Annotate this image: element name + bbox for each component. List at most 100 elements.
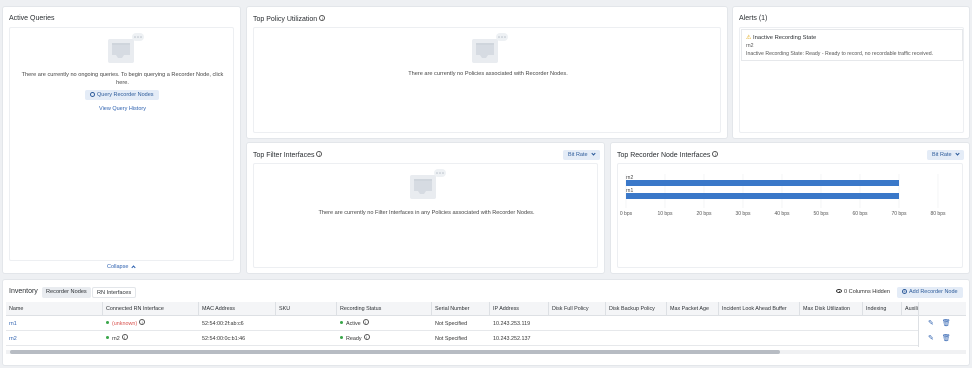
row-serial: Not Specified	[435, 321, 468, 327]
top-filter-empty-text: There are currently no Filter Interfaces…	[318, 210, 535, 216]
col-disk-full-policy[interactable]: Disk Full Policy	[549, 302, 606, 316]
col-max-packet-age[interactable]: Max Packet Age	[667, 302, 719, 316]
col-indexing[interactable]: Indexing	[863, 302, 902, 316]
active-queries-panel: Active Queries There are currently no on…	[3, 7, 240, 273]
active-queries-empty-text: There are currently no ongoing queries. …	[21, 72, 224, 86]
search-icon	[90, 91, 95, 97]
info-icon[interactable]: i	[139, 319, 146, 325]
top-policy-title: Top Policy Utilization i	[253, 15, 326, 23]
alert-card[interactable]: ⚠ Inactive Recording State rn2 Inactive …	[741, 29, 963, 61]
columns-hidden-label: 0 Columns Hidden	[844, 289, 891, 295]
table-header: Name Connected RN Interface MAC Address …	[6, 302, 966, 316]
empty-inbox-icon	[410, 169, 446, 199]
tab-rn-interfaces[interactable]: RN Interfaces	[92, 287, 137, 298]
info-icon[interactable]: i	[362, 319, 369, 325]
empty-inbox-icon	[108, 33, 144, 63]
status-dot	[340, 321, 343, 324]
rn-interfaces-chart: 0 bps 10 bps 20 bps 30 bps 40 bps 50 bps 60 bp…	[620, 174, 946, 217]
scrollbar-thumb[interactable]	[10, 350, 780, 354]
top-rn-interfaces-title: Top Recorder Node Interfaces i	[617, 151, 719, 159]
table-row[interactable]: rn1 (unknown) i 52:54:00:2f:ab:c6 Active i…	[6, 317, 966, 331]
top-policy-body: There are currently no Policies associat…	[253, 27, 721, 133]
row-status: Active i	[337, 317, 369, 331]
col-sku[interactable]: SKU	[276, 302, 337, 316]
row-name-link[interactable]: rn2	[6, 332, 17, 346]
col-max-disk-utilization[interactable]: Max Disk Utilization	[800, 302, 863, 316]
warning-icon: ⚠	[746, 35, 752, 41]
info-icon[interactable]: i	[319, 15, 326, 21]
active-queries-body: There are currently no ongoing queries. …	[9, 27, 234, 261]
alert-detail: Inactive Recording State: Ready - Ready …	[746, 51, 934, 57]
alert-title-row: ⚠ Inactive Recording State	[746, 34, 816, 41]
col-incident-look-ahead-buffer[interactable]: Incident Look Ahead Buffer	[719, 302, 800, 316]
top-filter-panel: Top Filter Interfaces i Bit Rate There ar…	[247, 143, 604, 273]
col-recording-status[interactable]: Recording Status	[337, 302, 432, 316]
table-row[interactable]: rn2 rn2 i 52:54:00:0c:b1:46 Ready i Not Sp…	[6, 332, 966, 346]
edit-icon[interactable]: ✎	[928, 320, 934, 327]
top-rn-interfaces-body: 0 bps 10 bps 20 bps 30 bps 40 bps 50 bps 60 bp…	[617, 163, 963, 268]
horizontal-scrollbar[interactable]	[6, 350, 966, 354]
row-interface-value[interactable]: (unknown)	[112, 321, 137, 327]
bar-rn1[interactable]	[626, 193, 899, 199]
bar-rn2[interactable]	[626, 180, 899, 186]
tab-recorder-nodes[interactable]: Recorder Nodes	[42, 287, 91, 298]
bit-rate-dropdown[interactable]: Bit Rate	[563, 150, 601, 160]
row-mac: 52:54:00:2f:ab:c6	[202, 321, 244, 327]
query-recorder-nodes-label: Query Recorder Nodes	[97, 92, 154, 98]
top-policy-panel: Top Policy Utilization i There are curren…	[247, 7, 727, 138]
row-serial: Not Specified	[435, 336, 468, 342]
alerts-body: ⚠ Inactive Recording State rn2 Inactive …	[739, 27, 964, 133]
row-ip: 10.243.253.119	[493, 321, 531, 327]
status-dot	[106, 336, 109, 339]
query-recorder-nodes-button[interactable]: Query Recorder Nodes	[85, 90, 159, 100]
col-ip-address[interactable]: IP Address	[490, 302, 549, 316]
add-recorder-node-label: Add Recorder Node	[909, 289, 958, 295]
status-dot	[340, 336, 343, 339]
edit-icon[interactable]: ✎	[928, 335, 934, 342]
top-rn-interfaces-title-text: Top Recorder Node Interfaces	[617, 152, 711, 159]
inventory-title: Inventory	[9, 288, 38, 295]
bit-rate-dropdown[interactable]: Bit Rate	[927, 150, 965, 160]
collapse-link[interactable]: Collapse	[107, 264, 136, 270]
x-tick-label: 80 bps	[930, 211, 946, 217]
row-status: Ready i	[337, 332, 370, 346]
alerts-panel: Alerts (1) ⚠ Inactive Recording State rn…	[733, 7, 969, 138]
info-icon[interactable]: i	[363, 334, 370, 340]
x-tick-label: 50 bps	[813, 211, 829, 217]
col-serial-number[interactable]: Serial Number	[432, 302, 490, 316]
row-mac: 52:54:00:0c:b1:46	[202, 336, 246, 342]
status-dot	[106, 321, 109, 324]
row-interface: (unknown) i	[103, 317, 146, 331]
col-disk-backup-policy[interactable]: Disk Backup Policy	[606, 302, 667, 316]
eye-icon	[836, 289, 842, 293]
row-interface-value[interactable]: rn2	[112, 336, 120, 342]
bit-rate-label: Bit Rate	[932, 152, 952, 158]
add-recorder-node-button[interactable]: + Add Recorder Node	[897, 287, 963, 298]
plus-circle-icon: +	[902, 289, 907, 294]
row-interface: rn2 i	[103, 332, 128, 346]
trash-icon[interactable]: 🗑	[942, 335, 951, 342]
row-name-link[interactable]: rn1	[6, 317, 17, 331]
columns-hidden-toggle[interactable]: 0 Columns Hidden	[836, 289, 890, 295]
empty-inbox-icon	[472, 33, 508, 63]
col-mac-address[interactable]: MAC Address	[199, 302, 276, 316]
info-icon[interactable]: i	[712, 151, 719, 157]
x-tick-label: 10 bps	[657, 211, 673, 217]
row-actions: ✎ 🗑	[919, 316, 966, 331]
x-tick-label: 60 bps	[852, 211, 868, 217]
collapse-label: Collapse	[107, 264, 129, 270]
row-sku	[276, 317, 279, 331]
x-tick-label: 20 bps	[696, 211, 712, 217]
info-icon[interactable]: i	[121, 334, 128, 340]
active-queries-title: Active Queries	[9, 15, 55, 22]
row-status-value: Ready	[346, 336, 362, 342]
x-tick-label: 70 bps	[891, 211, 907, 217]
x-tick-label: 30 bps	[735, 211, 751, 217]
info-icon[interactable]: i	[316, 151, 323, 157]
chevron-down-icon	[955, 150, 960, 156]
col-connected-rn-interface[interactable]: Connected RN Interface	[103, 302, 199, 316]
view-query-history-link[interactable]: View Query History	[99, 106, 146, 112]
alert-title: Inactive Recording State	[753, 35, 817, 41]
col-name[interactable]: Name	[6, 302, 103, 316]
trash-icon[interactable]: 🗑	[942, 320, 951, 327]
